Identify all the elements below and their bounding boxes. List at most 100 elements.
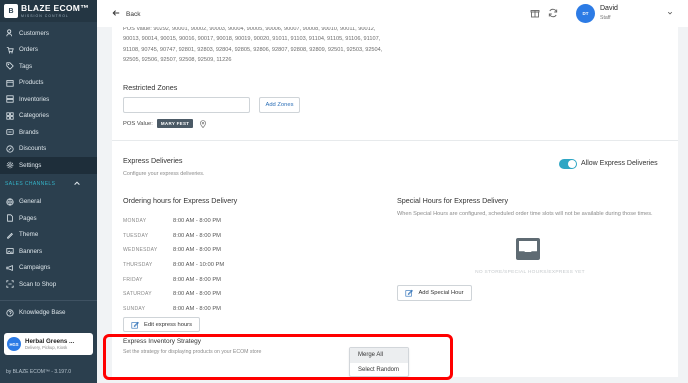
add-zones-button[interactable]: Add Zones (259, 97, 300, 113)
special-hours-info: When Special Hours are configured, sched… (397, 211, 653, 217)
brand-title: BLAZE ECOM (21, 3, 81, 13)
sidebar-item-settings[interactable]: Settings (0, 157, 97, 174)
sidebar-item-categories[interactable]: Categories (0, 108, 97, 125)
sidebar-item-orders[interactable]: Orders (0, 42, 97, 59)
schedule-row: TUESDAY 8:00 AM - 8:00 PM (123, 229, 224, 244)
store-info: Herbal Greens ... Delivery, Pickup, Kios… (25, 338, 74, 350)
location-pin-icon[interactable] (199, 119, 207, 128)
no-special-hours-label: NO STORE/SPECIAL HOURS/EXPRESS YET (475, 270, 585, 275)
sidebar-item-campaigns[interactable]: Campaigns (0, 260, 97, 277)
allow-express-toggle[interactable] (559, 159, 577, 169)
brand[interactable]: B BLAZE ECOM™ MISSION CONTROL (0, 0, 97, 22)
discount-icon (5, 144, 14, 153)
pos-values-text: POS Value: 90292, 90001, 90002, 90003, 9… (123, 27, 383, 63)
users-icon (5, 29, 14, 38)
sidebar-item-label: Tags (19, 62, 33, 70)
edit-icon (131, 321, 139, 329)
sidebar-item-theme[interactable]: Theme (0, 227, 97, 244)
add-special-hour-button[interactable]: Add Special Hour (397, 285, 472, 301)
sidebar-item-tags[interactable]: Tags (0, 58, 97, 75)
user-role: Staff (600, 15, 611, 21)
box-icon (5, 78, 14, 87)
schedule-row: SATURDAY 8:00 AM - 8:00 PM (123, 287, 224, 302)
schedule-row: WEDNESDAY 8:00 AM - 8:00 PM (123, 243, 224, 258)
sidebar-item-customers[interactable]: Customers (0, 25, 97, 42)
cart-icon (5, 45, 14, 54)
sales-channels-label: SALES CHANNELS (5, 180, 56, 187)
scan-icon (5, 280, 14, 289)
settings-content: POS Value: 90292, 90001, 90002, 90003, 9… (112, 27, 678, 377)
sidebar-item-label: Knowledge Base (19, 309, 66, 317)
strategy-option-merge-all[interactable]: Merge All (350, 348, 408, 363)
sidebar-item-label: Customers (19, 29, 49, 37)
sidebar-item-label: Categories (19, 112, 49, 120)
special-hours-title: Special Hours for Express Delivery (397, 196, 509, 205)
sidebar-item-banners[interactable]: Banners (0, 243, 97, 260)
user-name[interactable]: David (600, 5, 618, 12)
edit-icon (405, 289, 414, 297)
main-nav: Customers Orders Tags Products Inventori… (0, 25, 97, 174)
pos-value-row: POS Value: MARY FEST (123, 119, 207, 128)
strategy-option-select-random[interactable]: Select Random (350, 363, 408, 378)
sidebar-item-inventories[interactable]: Inventories (0, 91, 97, 108)
schedule-hours: 8:00 AM - 8:00 PM (173, 291, 222, 298)
strategy-title: Express Inventory Strategy (123, 338, 202, 345)
store-name: Herbal Greens ... (25, 338, 75, 345)
sidebar-item-knowledge-base[interactable]: Knowledge Base (0, 305, 97, 322)
schedule-day: WEDNESDAY (123, 247, 158, 254)
user-avatar[interactable]: DT (576, 4, 595, 23)
sidebar-item-label: Campaigns (19, 264, 51, 272)
sidebar-item-pages[interactable]: Pages (0, 210, 97, 227)
top-bar: Back DT David Staff (97, 0, 688, 27)
brand-subtitle: MISSION CONTROL (21, 14, 69, 18)
globe-icon (5, 197, 14, 206)
sidebar-item-label: Banners (19, 247, 43, 255)
sidebar-item-label: Orders (19, 46, 38, 54)
schedule-day: FRIDAY (123, 276, 143, 283)
refresh-icon[interactable] (548, 8, 558, 20)
schedule-day: THURSDAY (123, 262, 153, 269)
sidebar-item-general[interactable]: General (0, 194, 97, 211)
gift-icon[interactable] (530, 8, 540, 20)
sidebar-item-scan-to-shop[interactable]: Scan to Shop (0, 276, 97, 293)
section-divider (112, 140, 678, 141)
schedule-row: FRIDAY 8:00 AM - 8:00 PM (123, 272, 224, 287)
gear-icon (5, 161, 14, 170)
sidebar-item-label: Theme (19, 231, 39, 239)
sidebar-item-label: Pages (19, 214, 37, 222)
restricted-zones-input[interactable] (123, 97, 250, 113)
chevron-down-icon[interactable] (667, 10, 673, 16)
back-button[interactable]: Back (112, 9, 140, 19)
help-nav: Knowledge Base (0, 305, 97, 322)
pos-value-label: POS Value: (123, 120, 153, 127)
schedule-hours: 8:00 AM - 8:00 PM (173, 305, 222, 312)
express-deliveries-subtitle: Configure your express deliveries. (123, 171, 205, 177)
sidebar-item-label: General (19, 198, 42, 206)
version-footer: by BLAZE ECOM™ - 3.197.0 (6, 369, 72, 375)
add-special-hour-label: Add Special Hour (418, 290, 464, 296)
categories-icon (5, 111, 14, 120)
sidebar-item-label: Inventories (19, 95, 50, 103)
express-deliveries-title: Express Deliveries (123, 156, 183, 165)
sidebar-item-discounts[interactable]: Discounts (0, 141, 97, 158)
strategy-options-dropdown[interactable]: Merge All Select Random (349, 347, 409, 377)
help-icon (5, 308, 14, 317)
brands-icon (5, 128, 14, 137)
edit-express-hours-button[interactable]: Edit express hours (123, 317, 200, 332)
sidebar-item-products[interactable]: Products (0, 75, 97, 92)
sales-channels-header[interactable]: SALES CHANNELS (0, 174, 97, 194)
banner-icon (5, 247, 14, 256)
store-switcher[interactable]: HGS Herbal Greens ... Delivery, Pickup, … (4, 333, 93, 355)
empty-inbox-icon (516, 238, 540, 260)
edit-express-hours-label: Edit express hours (143, 321, 192, 328)
schedule-row: SUNDAY 8:00 AM - 8:00 PM (123, 302, 224, 317)
schedule-hours: 8:00 AM - 8:00 PM (173, 247, 222, 254)
ordering-hours-title: Ordering hours for Express Delivery (123, 196, 238, 205)
schedule-hours: 8:00 AM - 8:00 PM (173, 218, 222, 225)
schedule-hours: 8:00 AM - 10:00 PM (173, 262, 225, 269)
back-label: Back (126, 10, 141, 18)
sidebar-item-brands[interactable]: Brands (0, 124, 97, 141)
schedule-hours: 8:00 AM - 8:00 PM (173, 276, 222, 283)
sidebar-item-label: Discounts (19, 145, 47, 153)
allow-express-label: Allow Express Deliveries (581, 160, 658, 167)
